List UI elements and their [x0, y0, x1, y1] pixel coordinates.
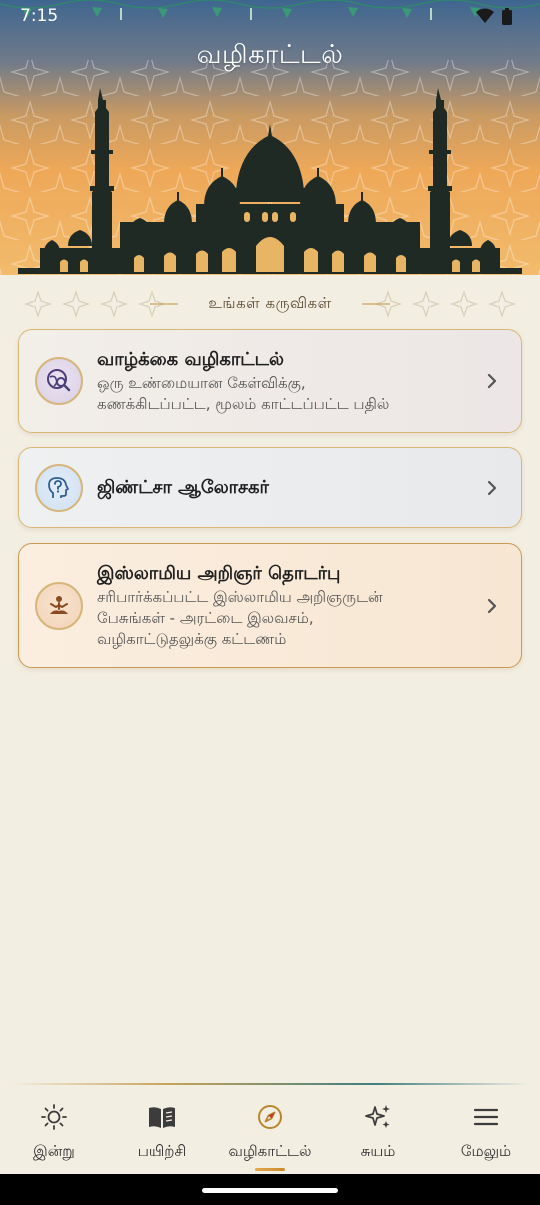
nav-label: மேலும் [460, 1142, 512, 1160]
nav-item-self[interactable]: சுயம் [324, 1086, 432, 1174]
card-subtitle-line: ஒரு உண்மையான கேள்விக்கு, [97, 374, 306, 392]
nav-item-more[interactable]: மேலும் [432, 1086, 540, 1174]
chevron-right-icon [487, 598, 497, 613]
section-heading: உங்கள் கருவிகள் [0, 294, 540, 314]
nav-label: பயிற்சி [137, 1142, 187, 1160]
status-bar: 7:15 [0, 0, 540, 32]
page-title: வழிகாட்டல் [196, 40, 344, 70]
nav-label: வழிகாட்டல் [228, 1142, 312, 1160]
card-subtitle-line: வழிகாட்டுதலுக்கு கட்டணம் [97, 630, 287, 648]
book-icon [147, 1102, 177, 1132]
nav-item-today[interactable]: இன்று [0, 1086, 108, 1174]
home-gesture-handle[interactable] [202, 1188, 338, 1193]
wifi-icon [476, 8, 494, 23]
card-jinsa-advisor[interactable]: ஜிண்ட்சா ஆலோசகர் [18, 447, 522, 528]
status-time: 7:15 [20, 6, 59, 26]
menu-icon [471, 1102, 501, 1132]
sparkles-icon [363, 1102, 393, 1132]
head-question-icon [35, 463, 83, 512]
bottom-navigation: இன்று பயிற்சி வழிகாட்டல் சுயம் மேலும் [0, 1086, 540, 1174]
chevron-right-icon [487, 373, 497, 389]
header-banner: 7:15 வழிகாட்டல் [0, 0, 540, 275]
card-subtitle-line: சரிபார்க்கப்பட்ட இஸ்லாமிய அறிஞருடன் [97, 588, 383, 606]
card-islamic-scholar-contact[interactable]: இஸ்லாமிய அறிஞர் தொடர்பு சரிபார்க்கப்பட்ட… [18, 543, 522, 668]
card-text: ஜிண்ட்சா ஆலோசகர் [97, 475, 471, 501]
card-title: வாழ்க்கை வழிகாட்டல் [97, 349, 284, 370]
nav-label: இன்று [33, 1142, 75, 1160]
nav-item-guidance[interactable]: வழிகாட்டல் [216, 1086, 324, 1174]
card-text: இஸ்லாமிய அறிஞர் தொடர்பு சரிபார்க்கப்பட்ட… [97, 561, 471, 650]
nav-label: சுயம் [360, 1142, 396, 1160]
card-title: ஜிண்ட்சா ஆலோசகர் [97, 476, 269, 498]
card-text: வாழ்க்கை வழிகாட்டல் ஒரு உண்மையான கேள்விக… [97, 347, 471, 415]
search-globe-icon [35, 357, 83, 405]
section-heading-text: உங்கள் கருவிகள் [200, 294, 340, 312]
nav-divider [10, 1083, 530, 1085]
card-subtitle-line: பேசுங்கள் - அரட்டை இலவசம், [97, 609, 314, 627]
card-title: இஸ்லாமிய அறிஞர் தொடர்பு [97, 563, 341, 584]
chevron-right-icon [487, 480, 497, 495]
sun-icon [39, 1102, 69, 1132]
nav-item-practice[interactable]: பயிற்சி [108, 1086, 216, 1174]
compass-icon [255, 1102, 285, 1132]
system-gesture-bar [0, 1174, 540, 1205]
battery-icon [502, 7, 512, 25]
card-life-guidance[interactable]: வாழ்க்கை வழிகாட்டல் ஒரு உண்மையான கேள்விக… [18, 329, 522, 433]
mosque-silhouette [18, 88, 522, 274]
meditating-person-icon [35, 581, 83, 630]
active-tab-indicator [255, 1168, 285, 1171]
card-subtitle-line: கணக்கிடப்பட்ட, மூலம் காட்டப்பட்ட பதில் [97, 395, 390, 413]
